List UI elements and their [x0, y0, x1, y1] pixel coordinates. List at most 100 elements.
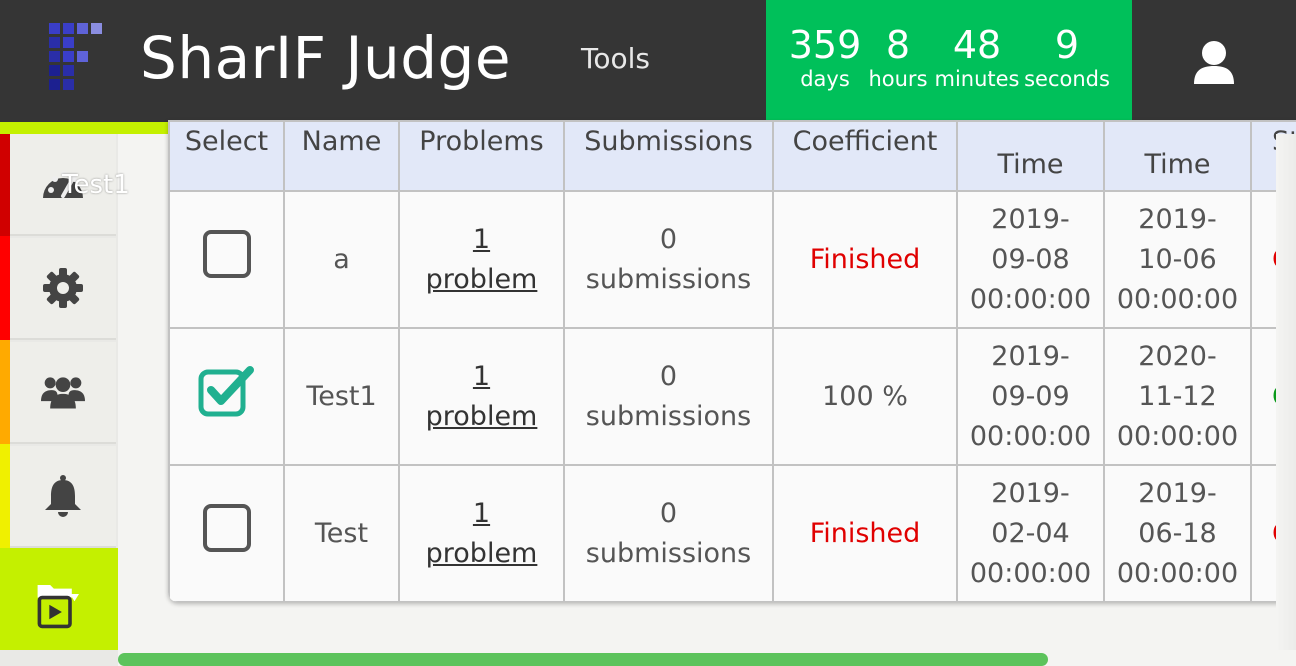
start-time-line: 00:00:00	[969, 557, 1092, 589]
column-header-submissions: Submissions	[563, 120, 774, 192]
bell-icon	[45, 475, 81, 517]
checked-checkbox-icon[interactable]	[198, 364, 256, 418]
assignment-name: a	[283, 190, 400, 329]
start-time-line: 2019-	[991, 203, 1070, 235]
select-checkbox[interactable]	[202, 503, 251, 552]
sidebar-stripe	[0, 340, 10, 444]
sidebar-tooltip: Test1	[62, 170, 130, 200]
sidebar-stripe	[0, 444, 10, 548]
select-cell	[168, 464, 285, 602]
column-header-name[interactable]: Name	[283, 120, 400, 192]
countdown-hours-label: hours	[868, 67, 928, 91]
assignment-name: Test1	[283, 327, 400, 466]
problems-count-link[interactable]: 1	[473, 361, 490, 392]
select-cell	[168, 190, 285, 329]
submissions-cell: 0 submissions	[563, 327, 774, 466]
sidebar-item-users[interactable]	[10, 342, 116, 444]
problems-count-link[interactable]: 1	[473, 498, 490, 529]
sidebar: Test1	[0, 134, 130, 666]
table-row: a 1 problem 0 submissions Finished 2019- 09…	[168, 190, 1296, 329]
coefficient-cell: Finished	[772, 464, 958, 602]
submissions-cell: 0 submissions	[563, 464, 774, 602]
countdown-minutes-value: 48	[952, 23, 1002, 67]
select-checkbox[interactable]	[202, 229, 251, 278]
problems-cell: 1 problem	[398, 464, 565, 602]
finish-time-line: 00:00:00	[1116, 283, 1239, 315]
problems-word-link[interactable]: problem	[426, 264, 538, 295]
submissions-count: 0	[659, 223, 678, 255]
column-header-problems: Problems	[398, 120, 565, 192]
horizontal-scrollbar-thumb[interactable]	[118, 653, 1048, 666]
problems-cell: 1 problem	[398, 190, 565, 329]
problems-word-link[interactable]: problem	[426, 538, 538, 569]
coefficient-cell: Finished	[772, 190, 958, 329]
start-time-line: 02-04	[991, 517, 1070, 549]
start-time-line: 00:00:00	[969, 283, 1092, 315]
finish-time-line: 2019-	[1138, 477, 1217, 509]
sidebar-stripe	[0, 134, 10, 236]
page-edge-shadow	[1276, 134, 1296, 666]
folder-play-icon	[37, 585, 79, 629]
nav-tools-link[interactable]: Tools	[581, 42, 650, 75]
countdown-seconds-value: 9	[1054, 23, 1080, 67]
finish-time-line: 00:00:00	[1116, 420, 1239, 452]
assignments-table: Select Name Problems Submissions Coeffic…	[168, 120, 1296, 602]
table-row: Test1 1 problem 0 submissions 100 % 2019- 0…	[168, 327, 1296, 466]
finish-time-cell: 2019- 10-06 00:00:00	[1103, 190, 1252, 329]
assignment-name: Test	[283, 464, 400, 602]
submissions-cell: 0 submissions	[563, 190, 774, 329]
users-icon	[41, 377, 85, 409]
column-header-coefficient: Coefficient	[772, 120, 958, 192]
top-header: SharIF Judge Tools 359 days 8 hours 48 m…	[0, 0, 1296, 122]
sidebar-item-settings[interactable]	[10, 238, 116, 340]
countdown-minutes: 48 minutes	[934, 24, 1020, 92]
finish-time-cell: 2019- 06-18 00:00:00	[1103, 464, 1252, 602]
submissions-word: submissions	[585, 537, 752, 569]
countdown-days-label: days	[800, 67, 850, 91]
start-time-line: 00:00:00	[969, 420, 1092, 452]
start-time-line: 09-08	[991, 243, 1070, 275]
finish-time-line: 06-18	[1138, 517, 1217, 549]
column-header-finish-time[interactable]: Time	[1103, 120, 1252, 192]
app-logo[interactable]	[44, 18, 108, 94]
finish-time-cell: 2020- 11-12 00:00:00	[1103, 327, 1252, 466]
finish-time-line: 11-12	[1138, 380, 1217, 412]
countdown-hours: 8 hours	[866, 24, 930, 92]
problems-cell: 1 problem	[398, 327, 565, 466]
column-header-select: Select	[168, 120, 285, 192]
sidebar-item-notifications[interactable]	[10, 446, 116, 548]
coefficient-cell: 100 %	[772, 327, 958, 466]
start-time-cell: 2019- 09-08 00:00:00	[956, 190, 1105, 329]
finish-time-line: 2019-	[1138, 203, 1217, 235]
table-header-row: Select Name Problems Submissions Coeffic…	[168, 120, 1296, 192]
submissions-count: 0	[659, 360, 678, 392]
sidebar-stripe	[0, 236, 10, 340]
start-time-line: 2019-	[991, 477, 1070, 509]
countdown-days: 359 days	[788, 24, 862, 92]
countdown-seconds-label: seconds	[1024, 67, 1110, 91]
finish-time-line: 10-06	[1138, 243, 1217, 275]
countdown-days-value: 359	[788, 23, 862, 67]
submissions-count: 0	[659, 497, 678, 529]
problems-word-link[interactable]: problem	[426, 401, 538, 432]
app-title[interactable]: SharIF Judge	[140, 24, 511, 92]
gear-icon	[43, 268, 83, 308]
start-time-line: 09-09	[991, 380, 1070, 412]
finish-time-line: 2020-	[1138, 340, 1217, 372]
countdown-timer: 359 days 8 hours 48 minutes 9 seconds	[766, 0, 1132, 122]
start-time-cell: 2019- 02-04 00:00:00	[956, 464, 1105, 602]
submissions-word: submissions	[585, 263, 752, 295]
submissions-word: submissions	[585, 400, 752, 432]
finish-time-line: 00:00:00	[1116, 557, 1239, 589]
start-time-line: 2019-	[991, 340, 1070, 372]
column-header-start-time[interactable]: Time	[956, 120, 1105, 192]
select-cell	[168, 327, 285, 466]
table-row: Test 1 problem 0 submissions Finished 2019…	[168, 464, 1296, 602]
countdown-seconds: 9 seconds	[1024, 24, 1110, 92]
start-time-cell: 2019- 09-09 00:00:00	[956, 327, 1105, 466]
countdown-hours-value: 8	[885, 23, 911, 67]
user-icon[interactable]	[1192, 40, 1236, 86]
sidebar-item-assignments[interactable]	[0, 548, 118, 650]
countdown-minutes-label: minutes	[934, 67, 1020, 91]
problems-count-link[interactable]: 1	[473, 224, 490, 255]
